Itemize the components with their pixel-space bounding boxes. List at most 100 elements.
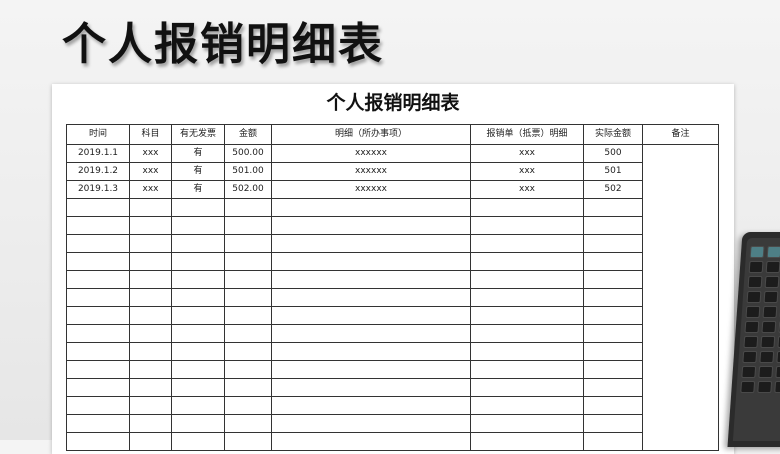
invoice-cell — [171, 378, 225, 397]
amount-cell — [224, 342, 272, 361]
time-cell — [66, 396, 130, 415]
header-notes: 备注 — [642, 124, 719, 145]
subject-cell — [129, 414, 172, 433]
subject-cell — [129, 324, 172, 343]
invoice-cell — [171, 342, 225, 361]
invoice-cell — [171, 306, 225, 325]
receipt-cell: xxx — [470, 162, 584, 181]
amount-cell — [224, 216, 272, 235]
subject-cell — [129, 288, 172, 307]
subject-cell — [129, 252, 172, 271]
details-cell — [271, 324, 471, 343]
table-row — [66, 216, 719, 235]
invoice-cell: 有 — [171, 180, 225, 199]
time-cell — [66, 414, 130, 433]
amount-cell — [224, 414, 272, 433]
subject-cell — [129, 306, 172, 325]
actual-amount-cell — [583, 342, 643, 361]
time-cell — [66, 378, 130, 397]
invoice-cell — [171, 234, 225, 253]
subject-cell — [129, 396, 172, 415]
amount-cell — [224, 360, 272, 379]
table-row — [66, 342, 719, 361]
invoice-cell: 有 — [171, 144, 225, 163]
subject-cell: xxx — [129, 162, 172, 181]
subject-cell: xxx — [129, 144, 172, 163]
details-cell — [271, 252, 471, 271]
subject-cell — [129, 360, 172, 379]
actual-amount-cell — [583, 360, 643, 379]
amount-cell: 501.00 — [224, 162, 272, 181]
details-cell: xxxxxx — [271, 180, 471, 199]
table-row — [66, 198, 719, 217]
header-details: 明细（所办事项） — [271, 124, 471, 145]
table-row — [66, 252, 719, 271]
invoice-cell — [171, 324, 225, 343]
table-row: 2019.1.1 xxx 有 500.00 xxxxxx xxx 500 — [66, 144, 719, 451]
time-cell: 2019.1.1 — [66, 144, 130, 163]
invoice-cell — [171, 396, 225, 415]
receipt-cell: xxx — [470, 144, 584, 163]
amount-cell — [224, 198, 272, 217]
details-cell — [271, 198, 471, 217]
receipt-cell — [470, 270, 584, 289]
details-cell — [271, 378, 471, 397]
subject-cell — [129, 378, 172, 397]
receipt-cell — [470, 342, 584, 361]
table-row — [66, 324, 719, 343]
table-row — [66, 306, 719, 325]
invoice-cell — [171, 216, 225, 235]
time-cell — [66, 324, 130, 343]
time-cell — [66, 198, 130, 217]
actual-amount-cell — [583, 378, 643, 397]
amount-cell — [224, 288, 272, 307]
receipt-cell — [470, 216, 584, 235]
subject-cell — [129, 432, 172, 451]
receipt-cell — [470, 252, 584, 271]
actual-amount-cell — [583, 306, 643, 325]
time-cell — [66, 288, 130, 307]
invoice-cell — [171, 288, 225, 307]
receipt-cell — [470, 396, 584, 415]
subject-cell: xxx — [129, 180, 172, 199]
actual-amount-cell: 500 — [583, 144, 643, 163]
invoice-cell — [171, 270, 225, 289]
actual-amount-cell — [583, 234, 643, 253]
table-row — [66, 414, 719, 433]
amount-cell — [224, 270, 272, 289]
expense-table: 时间 科目 有无发票 金额 明细（所办事项） 报销单（抵票）明细 实际金额 备注… — [66, 124, 719, 451]
details-cell — [271, 342, 471, 361]
time-cell — [66, 270, 130, 289]
receipt-cell — [470, 360, 584, 379]
time-cell — [66, 432, 130, 451]
notes-cell — [642, 144, 719, 451]
header-time: 时间 — [66, 124, 130, 145]
table-row — [66, 288, 719, 307]
table-row — [66, 378, 719, 397]
receipt-cell — [470, 432, 584, 451]
receipt-cell — [470, 198, 584, 217]
time-cell: 2019.1.2 — [66, 162, 130, 181]
details-cell — [271, 216, 471, 235]
subject-cell — [129, 234, 172, 253]
header-subject: 科目 — [129, 124, 172, 145]
actual-amount-cell — [583, 252, 643, 271]
time-cell — [66, 252, 130, 271]
amount-cell: 500.00 — [224, 144, 272, 163]
receipt-cell — [470, 288, 584, 307]
table-row: 2019.1.3 xxx 有 502.00 xxxxxx xxx 502 — [66, 180, 719, 199]
time-cell — [66, 306, 130, 325]
invoice-cell — [171, 252, 225, 271]
details-cell — [271, 432, 471, 451]
time-cell — [66, 360, 130, 379]
header-receipt-details: 报销单（抵票）明细 — [470, 124, 584, 145]
amount-cell — [224, 234, 272, 253]
table-row — [66, 396, 719, 415]
amount-cell — [224, 306, 272, 325]
receipt-cell — [470, 234, 584, 253]
table-row — [66, 360, 719, 379]
expense-sheet: 个人报销明细表 时间 科目 有无发票 金额 明细（所办事项） 报销单（抵票）明细… — [52, 84, 734, 454]
amount-cell — [224, 324, 272, 343]
details-cell — [271, 234, 471, 253]
header-invoice: 有无发票 — [171, 124, 225, 145]
